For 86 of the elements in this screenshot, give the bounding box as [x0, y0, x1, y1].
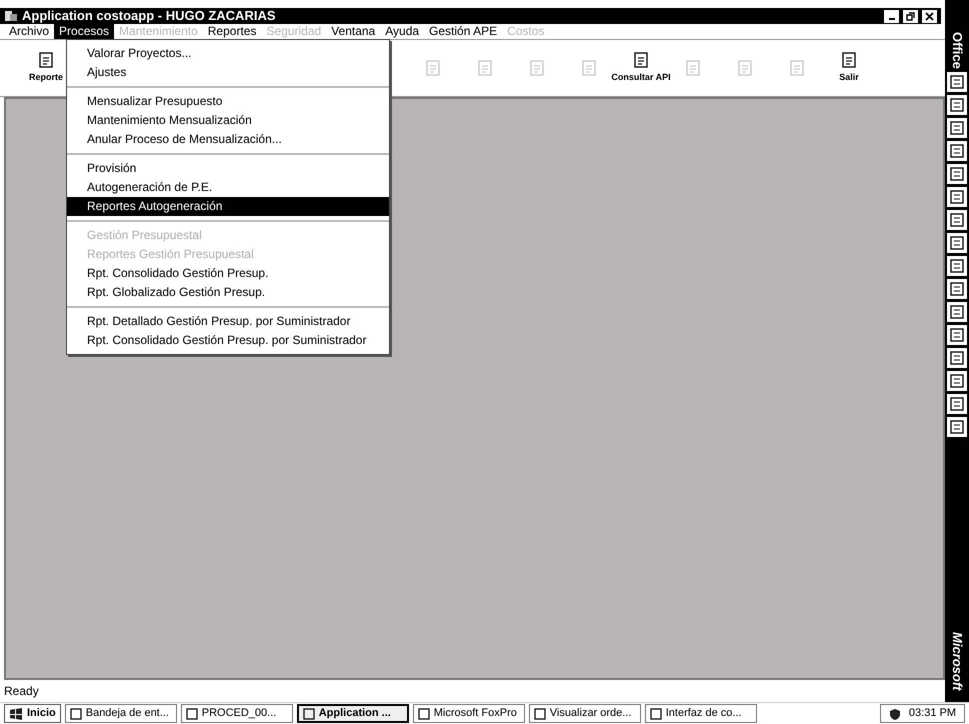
- shortcut-button[interactable]: [947, 164, 967, 184]
- start-button[interactable]: Inicio: [4, 704, 61, 723]
- dropdown-item[interactable]: Provisión: [67, 159, 389, 178]
- restore-button[interactable]: [903, 10, 918, 22]
- status-text: Ready: [4, 683, 39, 700]
- app-shortcut-icon: [950, 282, 964, 296]
- toolbar-icon: [37, 51, 55, 70]
- shortcut-button[interactable]: [947, 278, 967, 299]
- shortcut-button[interactable]: [947, 416, 967, 437]
- app-shortcut-icon: [950, 190, 964, 204]
- shortcut-button[interactable]: [947, 72, 967, 92]
- app-shortcut-icon: [950, 374, 964, 388]
- app-shortcut-icon: [950, 98, 964, 112]
- app-shortcut-icon: [950, 74, 964, 89]
- toolbar-icon: [528, 59, 546, 77]
- close-button[interactable]: [922, 10, 937, 22]
- shortcut-button[interactable]: [947, 140, 967, 161]
- clock: 03:31 PM: [908, 706, 956, 722]
- shortcut-button[interactable]: [947, 210, 967, 230]
- shortcut-button[interactable]: [947, 94, 967, 115]
- office-label: Office: [948, 32, 966, 69]
- shortcut-button[interactable]: [947, 302, 967, 322]
- taskbar-button[interactable]: PROCED_00...: [180, 704, 293, 723]
- window-icon: [650, 708, 662, 720]
- toolbar-icon: [840, 51, 858, 70]
- menu-item[interactable]: Ventana: [326, 24, 380, 39]
- microsoft-label: Microsoft: [948, 632, 966, 690]
- app-shortcut-icon: [950, 212, 964, 227]
- minimize-button[interactable]: [884, 10, 899, 22]
- app-shortcut-icon: [950, 236, 964, 250]
- app-shortcut-icon: [950, 396, 964, 411]
- app-icon: [4, 10, 18, 22]
- shortcut-button[interactable]: [947, 186, 967, 207]
- dropdown-item[interactable]: Anular Proceso de Mensualización...: [67, 130, 389, 149]
- shortcut-button[interactable]: [947, 394, 967, 414]
- app-shortcut-icon: [950, 258, 964, 273]
- menu-item[interactable]: Archivo: [4, 24, 54, 39]
- app-shortcut-icon: [950, 350, 964, 365]
- app-shortcut-icon: [950, 304, 964, 319]
- menu-item[interactable]: Procesos: [54, 24, 114, 39]
- dropdown-item[interactable]: Rpt. Consolidado Gestión Presup.: [67, 264, 389, 283]
- menu-item[interactable]: Ayuda: [380, 24, 424, 39]
- window-title: Application costoapp - HUGO ZACARIAS: [22, 7, 276, 26]
- toolbar-icon: [580, 59, 598, 77]
- app-shortcut-icon: [950, 120, 964, 135]
- toolbar-button[interactable]: Salir: [823, 46, 875, 90]
- shortcut-button[interactable]: [947, 370, 967, 391]
- toolbar-icon: [424, 59, 442, 77]
- shortcut-button[interactable]: [947, 256, 967, 276]
- windows-logo-icon: [9, 708, 23, 720]
- app-shortcut-icon: [950, 166, 964, 181]
- shortcut-button[interactable]: [947, 232, 967, 253]
- app-shortcut-icon: [950, 144, 964, 158]
- taskbar-button[interactable]: Bandeja de ent...: [64, 704, 177, 723]
- dropdown-item[interactable]: Reportes Autogeneración: [67, 197, 389, 216]
- window-icon: [186, 708, 198, 720]
- restore-icon: [906, 12, 915, 20]
- window-icon: [534, 708, 546, 720]
- dropdown-item[interactable]: Mantenimiento Mensualización: [67, 111, 389, 130]
- taskbar-button[interactable]: Interfaz de co...: [644, 704, 757, 723]
- app-shortcut-icon: [950, 328, 964, 342]
- menu-item[interactable]: Reportes: [202, 24, 262, 39]
- taskbar-button[interactable]: Application ...: [296, 704, 409, 723]
- toolbar-icon: [632, 51, 650, 70]
- shortcut-button[interactable]: [947, 348, 967, 368]
- toolbar-icon: [788, 59, 806, 77]
- toolbar-icon: [684, 59, 702, 77]
- dropdown-item[interactable]: Mensualizar Presupuesto: [67, 92, 389, 111]
- shortcut-button[interactable]: [947, 118, 967, 138]
- dropdown-item[interactable]: Rpt. Globalizado Gestión Presup.: [67, 283, 389, 302]
- shield-icon: [888, 708, 901, 720]
- shortcut-button[interactable]: [947, 324, 967, 345]
- window-icon: [302, 708, 315, 720]
- window-icon: [418, 708, 430, 720]
- dropdown-item[interactable]: Autogeneración de P.E.: [67, 178, 389, 197]
- dropdown-item[interactable]: Rpt. Detallado Gestión Presup. por Suministrador: [67, 312, 389, 331]
- taskbar-button[interactable]: Visualizar orde...: [528, 704, 641, 723]
- app-shortcut-icon: [950, 420, 964, 434]
- toolbar-icon: [736, 59, 754, 77]
- minimize-icon: [888, 18, 894, 20]
- close-icon: [925, 12, 934, 20]
- window-icon: [70, 708, 82, 720]
- menu-item[interactable]: Gestión APE: [424, 24, 502, 39]
- taskbar-button[interactable]: Microsoft FoxPro: [412, 704, 525, 723]
- dropdown-item[interactable]: Rpt. Consolidado Gestión Presup. por Suministrador: [67, 331, 389, 350]
- toolbar-icon: [476, 59, 494, 77]
